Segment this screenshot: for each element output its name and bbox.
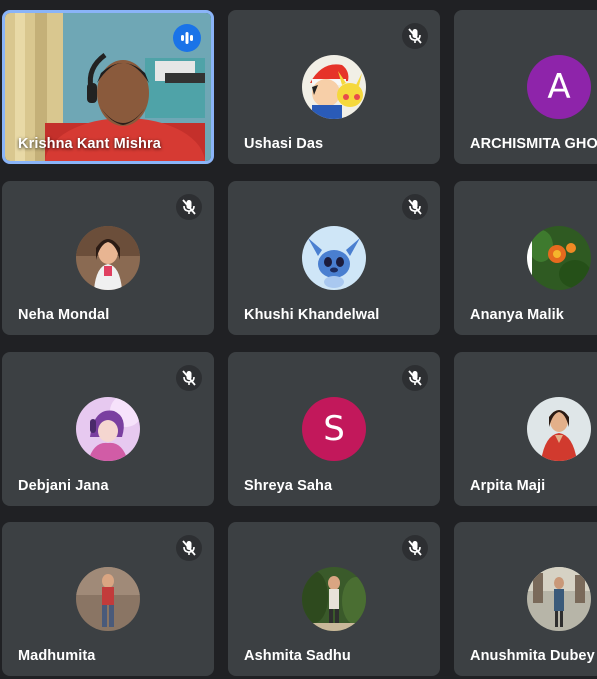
avatar xyxy=(76,397,140,461)
participant-tile[interactable]: Debjani Jana xyxy=(2,352,214,506)
participant-tile[interactable]: Ananya Malik xyxy=(454,181,597,335)
avatar xyxy=(302,226,366,290)
participant-name: Anushmita Dubey xyxy=(470,648,595,664)
participant-tile[interactable]: A ARCHISMITA GHO xyxy=(454,10,597,164)
avatar xyxy=(302,55,366,119)
participant-grid: Krishna Kant Mishra Ushasi Das A ARCHISM… xyxy=(0,0,597,679)
avatar: S xyxy=(302,397,366,461)
avatar xyxy=(76,567,140,631)
participant-name: Ashmita Sadhu xyxy=(244,648,351,664)
mic-off-icon xyxy=(402,194,428,220)
mic-off-icon xyxy=(176,365,202,391)
avatar xyxy=(527,567,591,631)
avatar xyxy=(76,226,140,290)
participant-tile[interactable]: Madhumita xyxy=(2,522,214,676)
mic-off-icon xyxy=(176,194,202,220)
participant-name: Krishna Kant Mishra xyxy=(18,136,161,152)
mic-off-icon xyxy=(402,365,428,391)
avatar xyxy=(302,567,366,631)
participant-name: Khushi Khandelwal xyxy=(244,307,380,323)
participant-tile[interactable]: Khushi Khandelwal xyxy=(228,181,440,335)
participant-tile[interactable]: S Shreya Saha xyxy=(228,352,440,506)
participant-name: Arpita Maji xyxy=(470,478,546,494)
participant-tile[interactable]: Anushmita Dubey xyxy=(454,522,597,676)
participant-name: Debjani Jana xyxy=(18,478,109,494)
participant-name: Shreya Saha xyxy=(244,478,333,494)
avatar: A xyxy=(527,55,591,119)
participant-name: Neha Mondal xyxy=(18,307,110,323)
mic-off-icon xyxy=(402,23,428,49)
avatar xyxy=(527,397,591,461)
participant-name: ARCHISMITA GHO xyxy=(470,136,597,152)
participant-tile[interactable]: Ashmita Sadhu xyxy=(228,522,440,676)
audio-level-icon xyxy=(173,24,201,52)
participant-tile[interactable]: Ushasi Das xyxy=(228,10,440,164)
participant-name: Madhumita xyxy=(18,648,96,664)
participant-tile[interactable]: Arpita Maji xyxy=(454,352,597,506)
participant-tile[interactable]: Neha Mondal xyxy=(2,181,214,335)
participant-tile[interactable]: Krishna Kant Mishra xyxy=(2,10,214,164)
mic-off-icon xyxy=(402,535,428,561)
participant-name: Ananya Malik xyxy=(470,307,564,323)
mic-off-icon xyxy=(176,535,202,561)
avatar xyxy=(527,226,591,290)
participant-name: Ushasi Das xyxy=(244,136,324,152)
